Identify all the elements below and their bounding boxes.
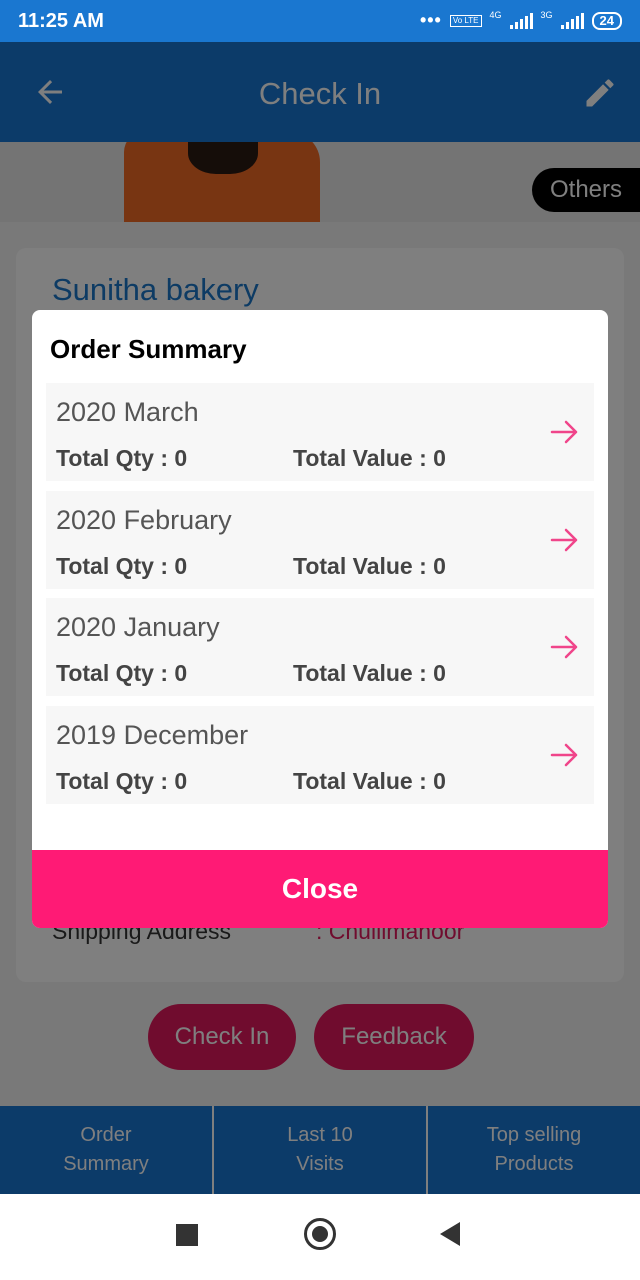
- summary-total-value: Total Value : 0: [293, 660, 446, 686]
- arrow-right-icon[interactable]: [550, 527, 580, 553]
- summary-item[interactable]: 2019 December Total Qty : 0 Total Value …: [46, 705, 594, 804]
- summary-month: 2020 January: [56, 612, 220, 642]
- home-icon[interactable]: [304, 1218, 336, 1250]
- back-triangle-icon[interactable]: [440, 1222, 460, 1246]
- summary-total-qty: Total Qty : 0: [56, 552, 188, 579]
- signal-icon: [509, 12, 533, 29]
- summary-total-qty: Total Qty : 0: [56, 445, 188, 471]
- arrow-right-icon[interactable]: [550, 419, 580, 445]
- signal-icon-2: [560, 12, 584, 29]
- dialog-title: Order Summary: [50, 334, 247, 364]
- arrow-right-icon[interactable]: [550, 742, 580, 768]
- network-type-1: 4G: [489, 9, 502, 20]
- notification-dots: •••: [419, 10, 442, 30]
- arrow-right-icon[interactable]: [550, 634, 580, 660]
- summary-month: 2020 March: [56, 397, 199, 427]
- summary-item[interactable]: 2020 February Total Qty : 0 Total Value …: [46, 490, 594, 589]
- recents-icon[interactable]: [176, 1224, 198, 1246]
- summary-month: 2019 December: [56, 719, 249, 750]
- summary-total-qty: Total Qty : 0: [56, 767, 188, 794]
- close-button[interactable]: Close: [32, 850, 608, 928]
- status-time: 11:25 AM: [18, 10, 104, 32]
- battery-icon: 24: [591, 11, 622, 30]
- summary-month: 2020 February: [56, 504, 232, 535]
- status-bar: 11:25 AM ••• Vo LTE 4G 3G 24: [0, 0, 640, 42]
- summary-item[interactable]: 2020 March Total Qty : 0 Total Value : 0: [46, 383, 594, 481]
- system-nav-bar: [0, 1194, 640, 1280]
- summary-total-value: Total Value : 0: [293, 552, 446, 579]
- order-summary-dialog: Order Summary 2020 March Total Qty : 0 T…: [32, 310, 608, 928]
- summary-total-value: Total Value : 0: [293, 445, 446, 471]
- network-type-2: 3G: [540, 9, 553, 20]
- summary-list: 2020 March Total Qty : 0 Total Value : 0…: [46, 383, 594, 813]
- summary-total-qty: Total Qty : 0: [56, 660, 188, 686]
- summary-item[interactable]: 2020 January Total Qty : 0 Total Value :…: [46, 598, 594, 696]
- status-indicators: ••• Vo LTE 4G 3G 24: [420, 10, 622, 31]
- summary-total-value: Total Value : 0: [293, 767, 446, 794]
- volte-icon: Vo LTE: [449, 14, 482, 27]
